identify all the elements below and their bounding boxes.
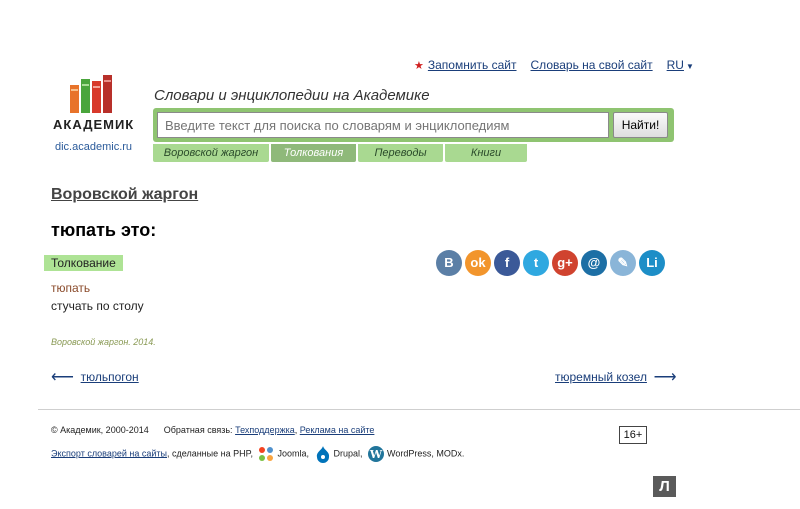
age-rating-badge: 16+: [619, 426, 647, 444]
tab-books[interactable]: Книги: [445, 144, 527, 162]
definition-text: стучать по столу: [51, 299, 144, 313]
prev-article-link[interactable]: тюльпогон: [81, 370, 139, 384]
footer-row-1: © Академик, 2000-2014 Обратная связь: Те…: [51, 425, 375, 435]
dictionary-title-link[interactable]: Воровской жаргон: [51, 186, 198, 204]
language-selector[interactable]: RU: [667, 58, 684, 72]
next-article-link[interactable]: тюремный козел: [555, 370, 647, 384]
site-tagline: Словари и энциклопедии на Академике: [154, 87, 430, 104]
joomla-label: Joomla,: [277, 448, 309, 459]
definition-word: тюпать: [51, 281, 91, 295]
drupal-icon: [316, 446, 329, 463]
arrow-right-icon[interactable]: ⟶: [654, 367, 677, 387]
page-title: тюпать это:: [51, 220, 157, 240]
export-dictionaries-link[interactable]: Экспорт словарей на сайты: [51, 448, 167, 458]
arrow-left-icon[interactable]: ⟵: [51, 367, 74, 387]
search-input[interactable]: [157, 112, 609, 138]
dictionary-for-site-link[interactable]: Словарь на свой сайт: [531, 58, 653, 72]
logo-title[interactable]: АКАДЕМИК: [53, 117, 134, 132]
search-button[interactable]: Найти!: [613, 112, 668, 138]
feedback-label: Обратная связь:: [163, 425, 233, 435]
search-box: Найти!: [153, 108, 674, 142]
tab-definitions[interactable]: Толкования: [271, 144, 356, 162]
corner-logo-icon: Л: [653, 476, 676, 497]
vk-icon[interactable]: B: [436, 250, 462, 276]
ads-link[interactable]: Реклама на сайте: [300, 425, 375, 435]
made-on-text: , сделанные на PHP,: [167, 448, 253, 459]
copyright: © Академик, 2000-2014: [51, 425, 149, 435]
top-links: ★ Запомнить сайт Словарь на свой сайт RU ▼: [414, 58, 694, 72]
google-plus-icon[interactable]: g+: [552, 250, 578, 276]
tab-translations[interactable]: Переводы: [358, 144, 443, 162]
mail-icon[interactable]: @: [581, 250, 607, 276]
support-link[interactable]: Техподдержка: [235, 425, 295, 435]
tab-thieves-jargon[interactable]: Воровской жаргон: [153, 144, 269, 162]
facebook-icon[interactable]: f: [494, 250, 520, 276]
liveinternet-icon[interactable]: Li: [639, 250, 665, 276]
footer-row-2: Экспорт словарей на сайты, сделанные на …: [51, 445, 464, 463]
source-note: Воровской жаргон. 2014.: [51, 337, 156, 347]
prev-article[interactable]: ⟵ тюльпогон: [51, 367, 139, 387]
wordpress-label: WordPress, MODx.: [387, 448, 465, 459]
books-logo-icon[interactable]: [70, 75, 112, 113]
footer-divider: [38, 409, 800, 410]
odnoklassniki-icon[interactable]: ok: [465, 250, 491, 276]
drupal-label: Drupal,: [333, 448, 363, 459]
svg-text:W: W: [369, 448, 383, 461]
definition-badge: Толкование: [44, 255, 123, 271]
next-article[interactable]: тюремный козел ⟶: [555, 367, 677, 387]
joomla-icon: [259, 447, 274, 461]
wordpress-icon: W: [368, 446, 385, 462]
logo-site-link[interactable]: dic.academic.ru: [55, 141, 132, 153]
livejournal-icon[interactable]: ✎: [610, 250, 636, 276]
twitter-icon[interactable]: t: [523, 250, 549, 276]
remember-site-link[interactable]: Запомнить сайт: [428, 58, 517, 72]
chevron-down-icon[interactable]: ▼: [686, 62, 694, 71]
star-icon: ★: [414, 60, 424, 72]
